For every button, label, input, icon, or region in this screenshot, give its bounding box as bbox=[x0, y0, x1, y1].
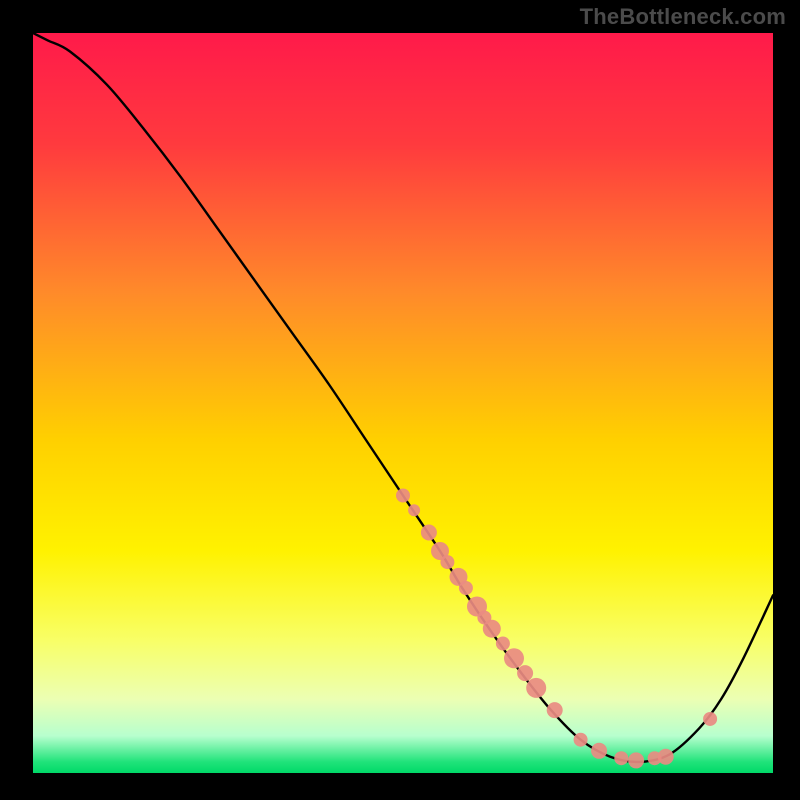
data-point bbox=[396, 489, 410, 503]
data-point bbox=[614, 751, 628, 765]
data-point bbox=[526, 678, 546, 698]
data-point bbox=[547, 702, 563, 718]
data-point bbox=[703, 712, 717, 726]
chart-stage: { "watermark": "TheBottleneck.com", "col… bbox=[0, 0, 800, 800]
data-point bbox=[440, 555, 454, 569]
plot-background bbox=[33, 33, 773, 773]
data-point bbox=[408, 504, 420, 516]
data-point bbox=[628, 752, 644, 768]
data-point bbox=[483, 620, 501, 638]
data-point bbox=[517, 665, 533, 681]
bottleneck-chart bbox=[0, 0, 800, 800]
data-point bbox=[496, 637, 510, 651]
data-point bbox=[504, 648, 524, 668]
data-point bbox=[574, 733, 588, 747]
data-point bbox=[459, 581, 473, 595]
data-point bbox=[591, 743, 607, 759]
data-point bbox=[421, 525, 437, 541]
data-point bbox=[658, 749, 674, 765]
watermark-text: TheBottleneck.com bbox=[580, 4, 786, 30]
